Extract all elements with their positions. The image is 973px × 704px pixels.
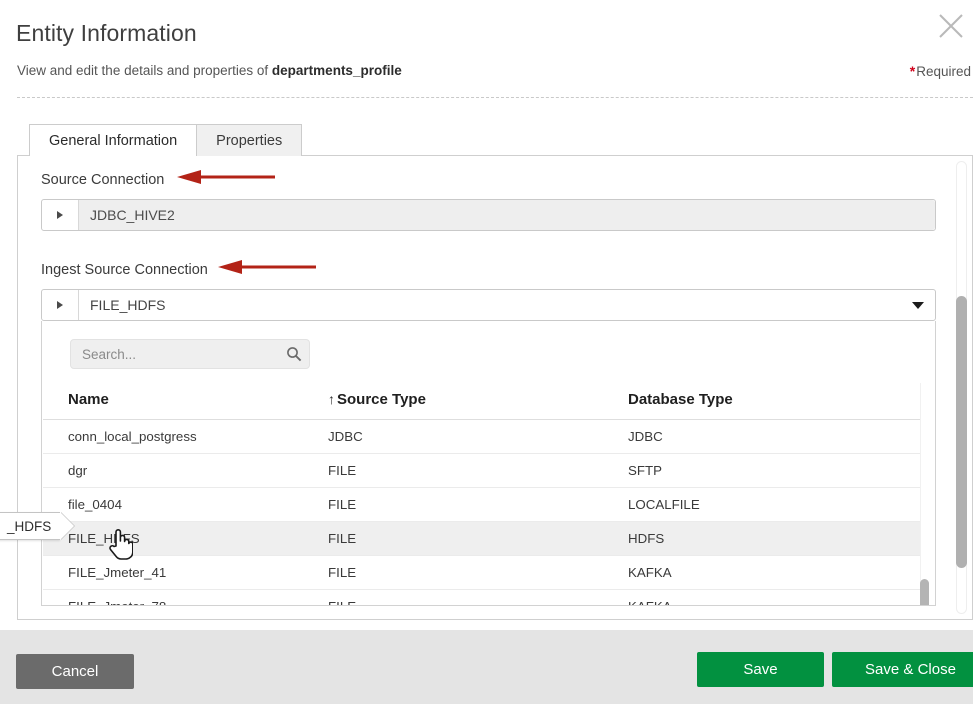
tab-properties[interactable]: Properties [196,124,303,156]
cell-database-type: KAFKA [628,555,921,590]
search-field-wrapper [70,339,310,369]
row-tooltip: _HDFS [0,512,61,540]
cell-source-type: FILE [328,589,628,605]
cell-name: FILE_Jmeter_41 [43,555,328,590]
save-and-close-button[interactable]: Save & Close [832,652,973,687]
triangle-right-icon [57,211,63,219]
cell-name: FILE_Jmeter_78 [43,589,328,605]
required-legend: *Required [910,63,971,79]
cell-source-type: FILE [328,453,628,488]
connection-dropdown-panel: Name ↑Source Type Database Type conn_loc… [41,321,936,606]
cell-database-type: JDBC [628,419,921,454]
required-asterisk: * [909,63,916,79]
table-row[interactable]: FILE_Jmeter_78 FILE KAFKA [43,589,921,605]
row-tooltip-label: _HDFS [7,518,52,534]
cell-name: FILE_HDFS [43,521,328,556]
ingest-source-connection-field[interactable]: FILE_HDFS [41,289,936,321]
cell-database-type: LOCALFILE [628,487,921,522]
source-connection-expander-button[interactable] [42,200,79,230]
cell-database-type: KAFKA [628,589,921,605]
table-row[interactable]: conn_local_postgress JDBC JDBC [43,419,921,454]
subtitle-entity-name: departments_profile [271,63,402,78]
cell-name: dgr [43,453,328,488]
panel-scrollbar-thumb[interactable] [956,296,967,568]
cell-database-type: HDFS [628,521,921,556]
tab-general-information-label: General Information [49,132,178,149]
arrow-source-connection-annotation [177,170,275,184]
connections-table-body: conn_local_postgress JDBC JDBC dgr FILE … [43,419,921,605]
sort-ascending-icon: ↑ [328,391,335,407]
arrow-ingest-source-connection-annotation [218,260,316,274]
cell-source-type: JDBC [328,419,628,454]
column-header-source-type-label: Source Type [337,391,426,408]
table-row[interactable]: dgr FILE SFTP [43,453,921,488]
table-scrollbar-track[interactable] [920,383,929,605]
search-input[interactable] [70,339,310,369]
tab-general-information[interactable]: General Information [29,124,198,157]
cell-database-type: SFTP [628,453,921,488]
connections-table-head: Name ↑ Source Type Database Type [43,383,921,420]
table-row-selected[interactable]: FILE_HDFS FILE HDFS [43,521,921,556]
triangle-right-icon [57,301,63,309]
column-header-name-label: Name [68,391,109,408]
cell-source-type: FILE [328,487,628,522]
cancel-button[interactable]: Cancel [16,654,134,689]
cell-source-type: FILE [328,555,628,590]
chevron-down-icon [912,301,924,309]
dialog-subtitle: View and edit the details and properties… [17,63,402,78]
save-button[interactable]: Save [697,652,824,687]
header-divider [17,97,973,98]
entity-information-dialog: Entity Information View and edit the det… [0,0,973,704]
subtitle-text: View and edit the details and properties… [17,63,272,78]
table-header-row: Name ↑ Source Type Database Type [43,383,921,420]
tab-bar: General Information Properties [29,124,303,157]
required-label: Required [916,64,971,79]
table-row[interactable]: FILE_Jmeter_41 FILE KAFKA [43,555,921,590]
connections-table: Name ↑ Source Type Database Type conn_loc… [43,383,921,605]
table-scrollbar-thumb[interactable] [920,579,929,605]
source-connection-label: Source Connection [41,172,165,188]
cell-name: file_0404 [43,487,328,522]
tab-properties-label: Properties [216,132,283,149]
ingest-source-connection-label: Ingest Source Connection [41,262,208,278]
ingest-source-connection-dropdown-toggle[interactable] [901,290,935,320]
general-information-panel: Source Connection JDBC_HIVE2 Ingest Sour… [17,155,973,620]
column-header-name[interactable]: Name [43,383,328,420]
source-connection-field: JDBC_HIVE2 [41,199,936,231]
dialog-footer [0,630,973,704]
close-icon[interactable] [934,9,968,43]
table-row[interactable]: file_0404 FILE LOCALFILE [43,487,921,522]
page-title: Entity Information [16,20,197,46]
column-header-database-type[interactable]: Database Type [628,383,921,420]
dialog-header: Entity Information View and edit the det… [0,0,973,98]
ingest-source-connection-value: FILE_HDFS [79,290,901,320]
column-header-database-type-label: Database Type [628,391,733,408]
cell-name: conn_local_postgress [43,419,328,454]
ingest-source-connection-expander-button[interactable] [42,290,79,320]
cell-source-type: FILE [328,521,628,556]
column-header-source-type[interactable]: ↑ Source Type [328,383,628,420]
source-connection-value: JDBC_HIVE2 [79,200,935,230]
